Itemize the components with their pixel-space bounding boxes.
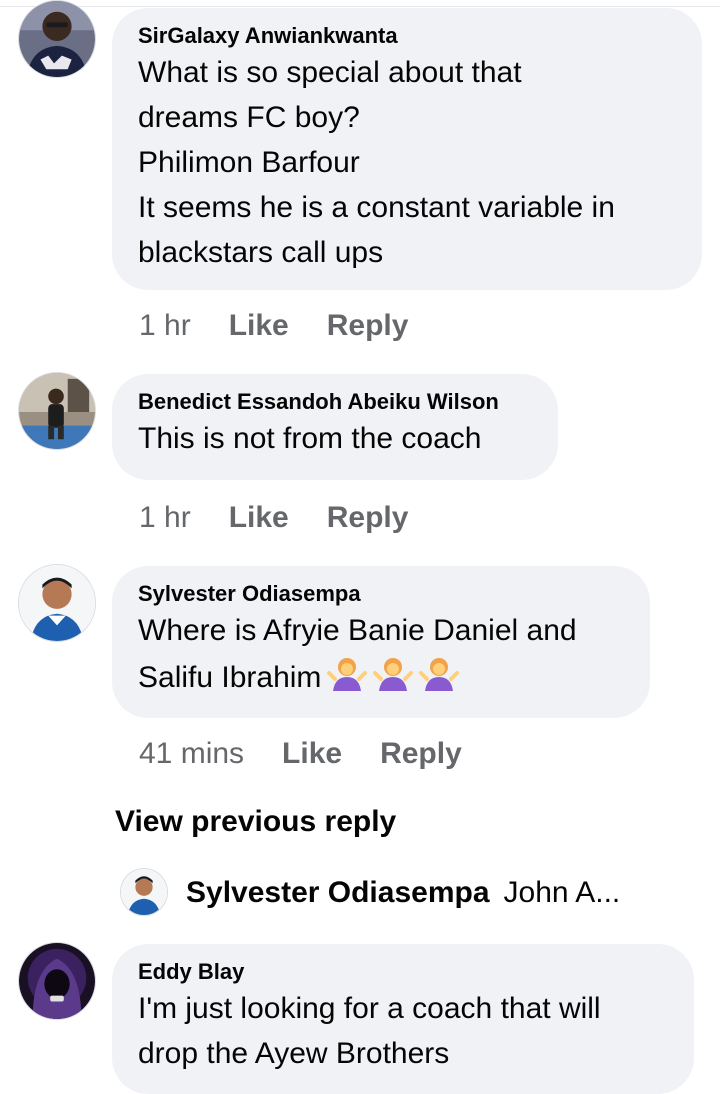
comment-bubble: Sylvester Odiasempa Where is Afryie Bani… [112, 566, 650, 718]
reply-snippet: John A... [503, 876, 621, 909]
comment-actions: 1 hr Like Reply [139, 500, 408, 536]
comment-author[interactable]: Sylvester Odiasempa [138, 580, 624, 608]
view-previous-reply-link[interactable]: View previous reply [115, 805, 396, 839]
avatar [120, 868, 168, 916]
woman-shrugging-icon [419, 653, 460, 693]
comment-line: drop the Ayew Brothers [138, 1037, 450, 1070]
top-divider [0, 0, 720, 7]
comment-line: What is so special about that [138, 56, 522, 89]
like-button[interactable]: Like [282, 736, 342, 772]
woman-shrugging-icon [327, 653, 368, 693]
comment-line: Philimon Barfour [138, 146, 360, 179]
comment-text: This is not from the coach [138, 416, 532, 461]
reply-button[interactable]: Reply [327, 500, 409, 536]
comment-line: Salifu Ibrahim [138, 661, 322, 694]
comment-line: Where is Afryie Banie Daniel and [138, 614, 577, 647]
comment-bubble: Benedict Essandoh Abeiku Wilson This is … [112, 374, 558, 480]
like-button[interactable]: Like [229, 500, 289, 536]
reply-preview-text: Sylvester Odiasempa John A... [186, 876, 620, 910]
comment-text: What is so special about that dreams FC … [138, 50, 676, 275]
avatar[interactable] [18, 942, 96, 1020]
reply-preview[interactable]: Sylvester Odiasempa John A... [120, 868, 680, 920]
comment-bubble: SirGalaxy Anwiankwanta What is so specia… [112, 8, 702, 290]
comment-bubble: Eddy Blay I'm just looking for a coach t… [112, 944, 694, 1094]
comment-actions: 41 mins Like Reply [139, 736, 462, 772]
comment-actions: 1 hr Like Reply [139, 308, 408, 344]
comment-line-with-emoji: Salifu Ibrahim [138, 653, 624, 700]
reply-author: Sylvester Odiasempa [186, 876, 490, 909]
comment-line: blackstars call ups [138, 236, 384, 269]
comment-line: I'm just looking for a coach that will [138, 992, 601, 1025]
avatar[interactable] [18, 372, 96, 450]
comment-timestamp[interactable]: 41 mins [139, 736, 244, 772]
comment-line: dreams FC boy? [138, 101, 360, 134]
comment-text: Where is Afryie Banie Daniel and Salifu … [138, 608, 624, 700]
comment-text: I'm just looking for a coach that will d… [138, 986, 668, 1076]
avatar[interactable] [18, 0, 96, 78]
comment-author[interactable]: Eddy Blay [138, 958, 668, 986]
reply-button[interactable]: Reply [380, 736, 462, 772]
comment-author[interactable]: Benedict Essandoh Abeiku Wilson [138, 388, 532, 416]
comment-author[interactable]: SirGalaxy Anwiankwanta [138, 22, 676, 50]
woman-shrugging-icon [373, 653, 414, 693]
comment-timestamp[interactable]: 1 hr [139, 500, 191, 536]
comment-line: This is not from the coach [138, 422, 482, 455]
reply-button[interactable]: Reply [327, 308, 409, 344]
like-button[interactable]: Like [229, 308, 289, 344]
avatar[interactable] [18, 564, 96, 642]
comment-line: It seems he is a constant variable in [138, 191, 615, 224]
comment-timestamp[interactable]: 1 hr [139, 308, 191, 344]
